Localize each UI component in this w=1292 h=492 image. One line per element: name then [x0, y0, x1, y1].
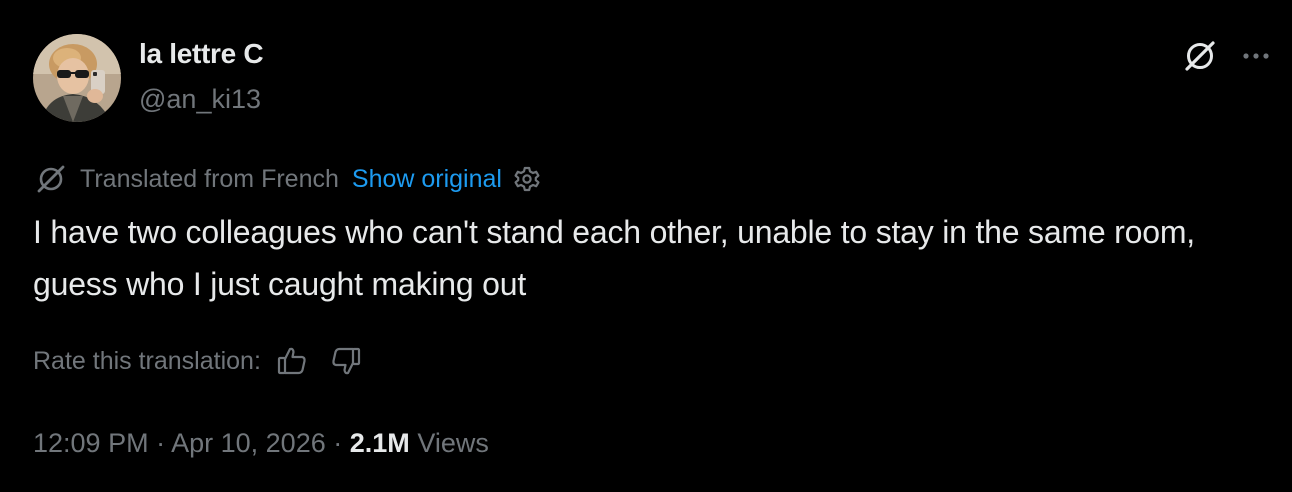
more-horizontal-icon	[1243, 53, 1269, 59]
author-display-name[interactable]: la lettre C	[139, 38, 264, 70]
author-handle[interactable]: @an_ki13	[139, 84, 261, 115]
gear-icon[interactable]	[511, 163, 543, 195]
grok-button[interactable]	[1181, 37, 1219, 75]
avatar-photo	[33, 34, 121, 122]
rate-translation-label: Rate this translation:	[33, 346, 261, 375]
tweet-time[interactable]: 12:09 PM	[33, 428, 149, 458]
tweet-meta: 12:09 PM · Apr 10, 2026 · 2.1M Views	[33, 428, 489, 459]
thumbs-down-icon[interactable]	[329, 344, 363, 378]
meta-separator: ·	[333, 428, 343, 458]
rate-translation-bar: Rate this translation:	[33, 341, 383, 381]
views-count: 2.1M	[349, 428, 410, 458]
more-options-button[interactable]	[1237, 37, 1275, 75]
thumbs-up-icon[interactable]	[275, 344, 309, 378]
show-original-link[interactable]: Show original	[352, 165, 502, 194]
views-label: Views	[417, 428, 489, 458]
translation-bar: Translated from French Show original	[33, 160, 543, 198]
grok-icon	[37, 165, 65, 193]
tweet-text: I have two colleagues who can't stand ea…	[33, 214, 1195, 302]
meta-separator: ·	[156, 428, 166, 458]
grok-icon	[1185, 41, 1215, 71]
avatar[interactable]	[33, 34, 121, 122]
tweet-date[interactable]: Apr 10, 2026	[171, 428, 326, 458]
translation-label: Translated from French	[80, 164, 339, 193]
